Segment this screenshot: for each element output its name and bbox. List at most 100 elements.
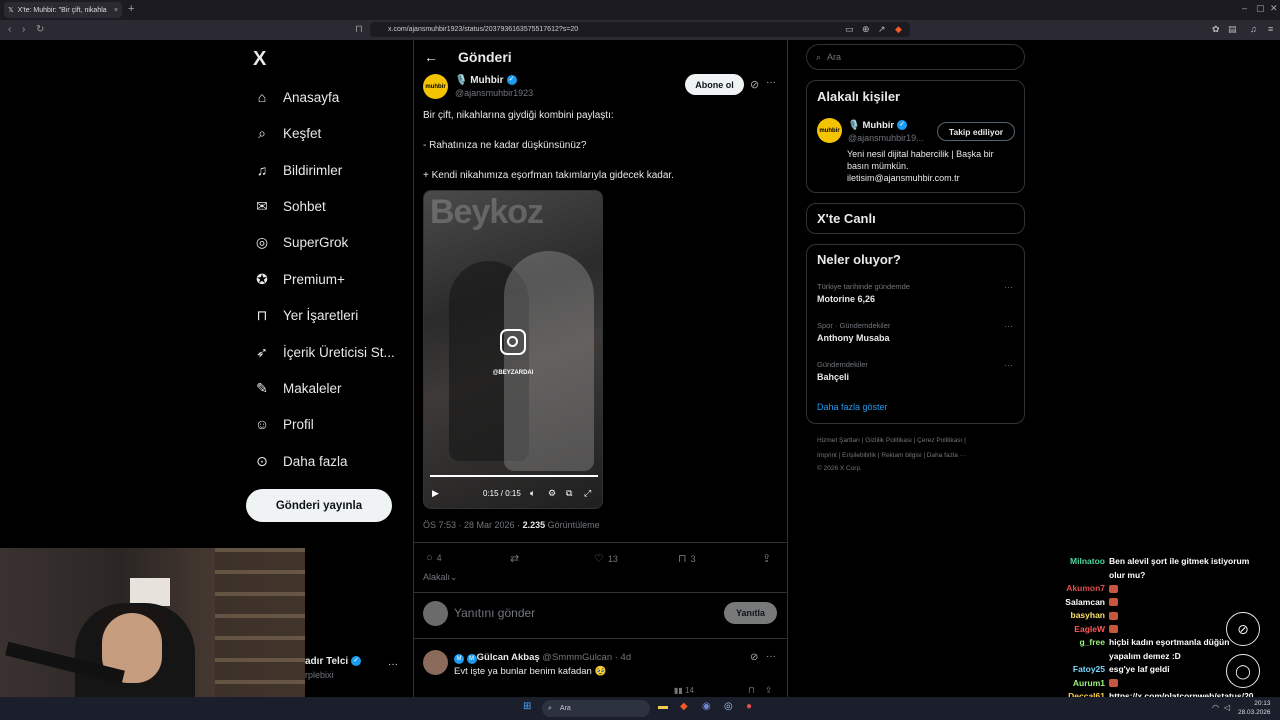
chat-message xyxy=(1109,597,1118,607)
video-progress-bar[interactable] xyxy=(430,475,598,477)
tweet-meta: ÖS 7:53 · 28 Mar 2026 · 2.235 Görüntülem… xyxy=(423,520,600,530)
sort-dropdown[interactable]: Alakalı⌄ xyxy=(423,572,458,583)
profile-more-icon[interactable]: ··· xyxy=(388,659,398,670)
comment-avatar[interactable] xyxy=(423,650,448,675)
share-page-icon[interactable]: ↗ xyxy=(878,24,886,35)
trend-context: Türkiye tarihinde gündemde xyxy=(817,282,910,291)
sidebar-icon[interactable]: ▤ xyxy=(1228,24,1237,35)
volume-icon[interactable]: 🔈︎ xyxy=(530,488,535,499)
forward-nav-icon[interactable]: › xyxy=(22,24,25,35)
nav-item-9[interactable]: ☺ Profil xyxy=(253,412,314,436)
extensions-icon[interactable]: ✿ xyxy=(1212,24,1220,35)
author-handle[interactable]: @ajansmuhbir1923 xyxy=(455,88,533,98)
trend-name[interactable]: Anthony Musaba xyxy=(817,333,890,343)
tab-close-icon[interactable]: × xyxy=(114,7,118,14)
address-bar[interactable]: x.com/ajansmuhbir1923/status/20379361635… xyxy=(370,22,910,37)
repost-action[interactable]: ⇄ xyxy=(510,552,523,565)
taskbar-clock[interactable]: 20:13 28.03.2026 xyxy=(1238,699,1271,717)
folder-icon[interactable]: ▬ xyxy=(658,701,668,712)
window-close-icon[interactable]: ✕ xyxy=(1270,3,1278,14)
more-icon[interactable]: ··· xyxy=(1004,360,1013,370)
like-action[interactable]: ♡ 13 xyxy=(594,552,618,565)
person-icon: ☺ xyxy=(254,416,270,432)
nav-item-10[interactable]: ⊙ Daha fazla xyxy=(253,449,347,473)
nav-item-0[interactable]: ⌂ Anasayfa xyxy=(253,85,340,109)
author-name[interactable]: 🎙️ Muhbir ✓ xyxy=(455,75,517,86)
zoom-icon[interactable]: ⊕ xyxy=(862,24,870,35)
show-more-link[interactable]: Daha fazla göster xyxy=(817,402,888,412)
related-name[interactable]: 🎙️ Muhbir ✓ xyxy=(848,120,908,131)
footer-links[interactable]: Imprint | Erişilebilirlik | Reklam bilgi… xyxy=(817,452,966,459)
steam-icon[interactable]: ◎ xyxy=(724,701,733,712)
nav-item-8[interactable]: ✎ Makaleler xyxy=(253,376,341,400)
messages-float-button[interactable]: ◯ xyxy=(1226,654,1260,688)
nav-item-1[interactable]: ⌕ Keşfet xyxy=(253,121,321,145)
more-icon[interactable]: ··· xyxy=(1004,321,1013,331)
reload-icon[interactable]: ↻ xyxy=(36,24,44,35)
speaker-icon[interactable]: ◁ xyxy=(1224,703,1230,712)
back-nav-icon[interactable]: ‹ xyxy=(8,24,11,35)
maximize-icon[interactable]: ▢ xyxy=(1256,3,1265,14)
profile-name[interactable]: adır Telci ✓ xyxy=(305,656,362,667)
taskbar-search[interactable]: ⌕ Ara xyxy=(542,700,650,717)
play-icon[interactable]: ▶ xyxy=(432,488,439,499)
divider xyxy=(413,592,788,593)
settings-icon[interactable]: ⚙ xyxy=(548,488,556,499)
more-icon[interactable]: ··· xyxy=(766,77,776,88)
tweet-video[interactable]: Beykoz @BEYZARDAI ▶ 0:15 / 0:15 🔈︎ ⚙ ⧉ ⤢ xyxy=(423,190,603,509)
author-avatar[interactable]: muhbir xyxy=(423,74,448,99)
search-input[interactable]: ⌕ Ara xyxy=(806,44,1025,70)
user-avatar[interactable] xyxy=(423,601,448,626)
pip-icon[interactable]: ⧉ xyxy=(566,488,572,499)
nav-item-3[interactable]: ✉ Sohbet xyxy=(253,194,326,218)
more-icon[interactable]: ··· xyxy=(766,651,776,662)
back-arrow-icon[interactable]: ← xyxy=(424,49,438,65)
network-icon[interactable]: ◠ xyxy=(1212,703,1219,712)
share-action[interactable]: ⇪ xyxy=(762,552,771,565)
nav-item-5[interactable]: ✪ Premium+ xyxy=(253,267,345,291)
obs-icon[interactable]: ● xyxy=(746,701,752,712)
x-logo[interactable]: X xyxy=(253,48,266,71)
grok-icon[interactable]: ⊘ xyxy=(750,652,758,663)
brave-icon[interactable]: ◆ xyxy=(680,701,688,712)
minimize-icon[interactable]: – xyxy=(1242,3,1247,13)
new-tab-button[interactable]: + xyxy=(128,3,134,15)
trend-name[interactable]: Bahçeli xyxy=(817,372,849,382)
fullscreen-icon[interactable]: ⤢ xyxy=(584,488,591,499)
brave-shield-icon[interactable]: ◆ xyxy=(895,24,902,35)
emote-icon xyxy=(1109,679,1118,688)
reply-input[interactable]: Yanıtını gönder xyxy=(454,606,535,620)
more-icon[interactable]: ··· xyxy=(1004,282,1013,292)
comment-views[interactable]: ▮▮ 14 xyxy=(674,686,694,695)
reply-action[interactable]: ○ 4 xyxy=(426,552,442,564)
footer-links[interactable]: Hizmet Şartları | Gizlilik Politikası | … xyxy=(817,437,966,444)
related-avatar[interactable]: muhbir xyxy=(817,118,842,143)
subscribe-button[interactable]: Abone ol xyxy=(685,74,744,95)
related-handle[interactable]: @ajansmuhbir19... xyxy=(848,133,924,143)
discord-icon[interactable]: ◉ xyxy=(702,701,711,712)
reply-button[interactable]: Yanıtla xyxy=(724,602,777,624)
badge-icon: M xyxy=(454,654,464,664)
reader-icon[interactable]: ▭ xyxy=(845,24,854,35)
bookmark-icon[interactable]: ⊓ xyxy=(748,685,755,696)
nav-item-7[interactable]: ➶ İçerik Üreticisi St... xyxy=(253,340,395,364)
windows-start-icon[interactable]: ⊞ xyxy=(523,701,531,712)
share-icon[interactable]: ⇪ xyxy=(765,685,773,696)
nav-item-2[interactable]: ♫ Bildirimler xyxy=(253,158,343,182)
menu-icon[interactable]: ≡ xyxy=(1268,24,1273,34)
nav-item-6[interactable]: ⊓ Yer İşaretleri xyxy=(253,303,359,327)
music-icon[interactable]: ♫ xyxy=(1250,24,1257,34)
grok-icon[interactable]: ⊘ xyxy=(750,78,759,91)
nav-item-4[interactable]: ◎ SuperGrok xyxy=(253,230,348,254)
nav-item-label: Keşfet xyxy=(283,125,322,141)
trend-name[interactable]: Motorine 6,26 xyxy=(817,294,875,304)
post-button[interactable]: Gönderi yayınla xyxy=(246,489,392,522)
chevron-down-icon: ⌄ xyxy=(450,572,458,582)
grok-float-button[interactable]: ⊘ xyxy=(1226,612,1260,646)
bookmark-page-icon[interactable]: ⊓ xyxy=(355,24,363,35)
following-button[interactable]: Takip ediliyor xyxy=(937,122,1015,141)
comment-header[interactable]: M M Gülcan Akbaş @SmmmGulcan · 4d xyxy=(454,652,631,664)
browser-tab[interactable]: 𝕏 X'te: Muhbir: "Bir çift, nikahla × xyxy=(4,2,122,18)
divider xyxy=(413,638,788,639)
bookmark-action[interactable]: ⊓ 3 xyxy=(678,552,696,565)
